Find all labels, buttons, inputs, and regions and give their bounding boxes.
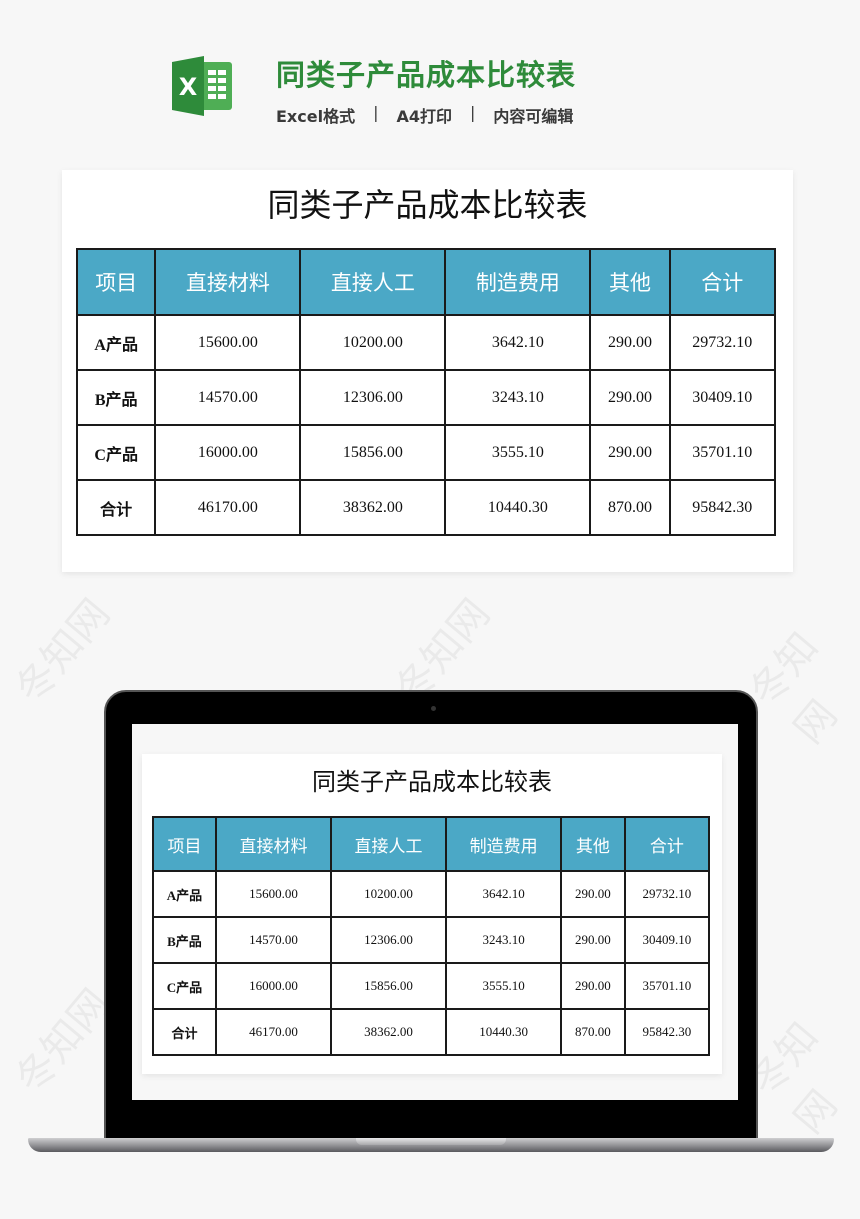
table-cell: 30409.10	[668, 369, 777, 426]
laptop-base	[28, 1138, 834, 1152]
table-cell: 38362.00	[299, 479, 447, 536]
laptop-notch	[356, 1138, 506, 1145]
table-total-row: 合计 46170.00 38362.00 10440.30 870.00 958…	[152, 1008, 711, 1056]
table-cell: 30409.10	[623, 916, 711, 964]
watermark: 冬知网	[6, 590, 120, 713]
table-cell: 46170.00	[154, 479, 302, 536]
row-label: C产品	[152, 962, 217, 1010]
column-header: 直接人工	[330, 816, 448, 872]
table-row: C产品 16000.00 15856.00 3555.10 290.00 357…	[75, 424, 777, 481]
table-cell: 10440.30	[444, 479, 592, 536]
sheet-preview-large: 同类子产品成本比较表 项目 直接材料 直接人工 制造费用 其他 合计 A产品 1…	[62, 170, 793, 572]
sheet-preview-small: 同类子产品成本比较表 项目 直接材料 直接人工 制造费用 其他 合计 A产品 1…	[142, 754, 722, 1074]
table-row: A产品 15600.00 10200.00 3642.10 290.00 297…	[152, 870, 711, 918]
column-header: 合计	[668, 248, 777, 316]
column-header: 直接材料	[214, 816, 333, 872]
feature-format: Excel格式	[276, 107, 356, 126]
row-label: A产品	[152, 870, 217, 918]
column-header: 制造费用	[444, 248, 592, 316]
table-row: A产品 15600.00 10200.00 3642.10 290.00 297…	[75, 314, 777, 371]
table-cell: 15856.00	[299, 424, 447, 481]
table-cell: 35701.10	[668, 424, 777, 481]
sheet-title: 同类子产品成本比较表	[267, 186, 588, 224]
table-cell: 95842.30	[668, 479, 777, 536]
table-row: C产品 16000.00 15856.00 3555.10 290.00 357…	[152, 962, 711, 1010]
table-cell: 12306.00	[330, 916, 448, 964]
table-cell: 16000.00	[154, 424, 302, 481]
column-header: 其他	[589, 248, 671, 316]
table-cell: 3555.10	[444, 424, 592, 481]
table-cell: 290.00	[560, 916, 626, 964]
row-label: B产品	[75, 369, 157, 426]
row-label: B产品	[152, 916, 217, 964]
sheet-title: 同类子产品成本比较表	[312, 768, 552, 796]
subtitle-features: Excel格式 | A4打印 | 内容可编辑	[276, 103, 573, 127]
table-cell: 290.00	[560, 962, 626, 1010]
page-title: 同类子产品成本比较表	[276, 58, 577, 92]
table-cell: 15600.00	[214, 870, 333, 918]
column-header: 其他	[560, 816, 626, 872]
table-cell: 10200.00	[330, 870, 448, 918]
table-cell: 14570.00	[154, 369, 302, 426]
table-cell: 35701.10	[623, 962, 711, 1010]
column-header: 制造费用	[445, 816, 563, 872]
excel-icon: X	[172, 56, 232, 116]
feature-print: A4打印	[396, 107, 452, 126]
table-cell: 3243.10	[445, 916, 563, 964]
separator: |	[470, 103, 476, 122]
table-cell: 46170.00	[214, 1008, 333, 1056]
table-cell: 870.00	[560, 1008, 626, 1056]
table-cell: 3555.10	[445, 962, 563, 1010]
row-label: C产品	[75, 424, 157, 481]
table-cell: 15600.00	[154, 314, 302, 371]
table-header-row: 项目 直接材料 直接人工 制造费用 其他 合计	[75, 248, 777, 316]
cost-table: 项目 直接材料 直接人工 制造费用 其他 合计 A产品 15600.00 102…	[152, 816, 711, 1056]
table-row: B产品 14570.00 12306.00 3243.10 290.00 304…	[75, 369, 777, 426]
table-cell: 29732.10	[668, 314, 777, 371]
row-label: 合计	[152, 1008, 217, 1056]
row-label: A产品	[75, 314, 157, 371]
laptop-screen: 同类子产品成本比较表 项目 直接材料 直接人工 制造费用 其他 合计 A产品 1…	[132, 724, 738, 1100]
table-cell: 3642.10	[444, 314, 592, 371]
row-label: 合计	[75, 479, 157, 536]
column-header: 项目	[75, 248, 157, 316]
table-cell: 38362.00	[330, 1008, 448, 1056]
table-cell: 16000.00	[214, 962, 333, 1010]
laptop-mockup: 同类子产品成本比较表 项目 直接材料 直接人工 制造费用 其他 合计 A产品 1…	[104, 690, 758, 1140]
watermark: 冬知网	[6, 980, 120, 1103]
feature-editable: 内容可编辑	[493, 107, 574, 126]
column-header: 直接材料	[154, 248, 302, 316]
table-cell: 3642.10	[445, 870, 563, 918]
table-cell: 10200.00	[299, 314, 447, 371]
table-cell: 290.00	[589, 424, 671, 481]
table-cell: 3243.10	[444, 369, 592, 426]
table-cell: 290.00	[560, 870, 626, 918]
table-header-row: 项目 直接材料 直接人工 制造费用 其他 合计	[152, 816, 711, 872]
table-cell: 95842.30	[623, 1008, 711, 1056]
table-cell: 12306.00	[299, 369, 447, 426]
table-cell: 290.00	[589, 314, 671, 371]
table-total-row: 合计 46170.00 38362.00 10440.30 870.00 958…	[75, 479, 777, 536]
column-header: 合计	[623, 816, 711, 872]
table-cell: 870.00	[589, 479, 671, 536]
column-header: 直接人工	[299, 248, 447, 316]
table-cell: 15856.00	[330, 962, 448, 1010]
cost-table: 项目 直接材料 直接人工 制造费用 其他 合计 A产品 15600.00 102…	[75, 248, 777, 536]
table-cell: 10440.30	[445, 1008, 563, 1056]
table-cell: 290.00	[589, 369, 671, 426]
separator: |	[373, 103, 379, 122]
table-cell: 29732.10	[623, 870, 711, 918]
page-header: X 同类子产品成本比较表 Excel格式 | A4打印 | 内容可编辑	[0, 0, 860, 150]
camera-icon	[431, 706, 436, 711]
table-row: B产品 14570.00 12306.00 3243.10 290.00 304…	[152, 916, 711, 964]
svg-text:X: X	[179, 73, 198, 101]
column-header: 项目	[152, 816, 217, 872]
table-cell: 14570.00	[214, 916, 333, 964]
